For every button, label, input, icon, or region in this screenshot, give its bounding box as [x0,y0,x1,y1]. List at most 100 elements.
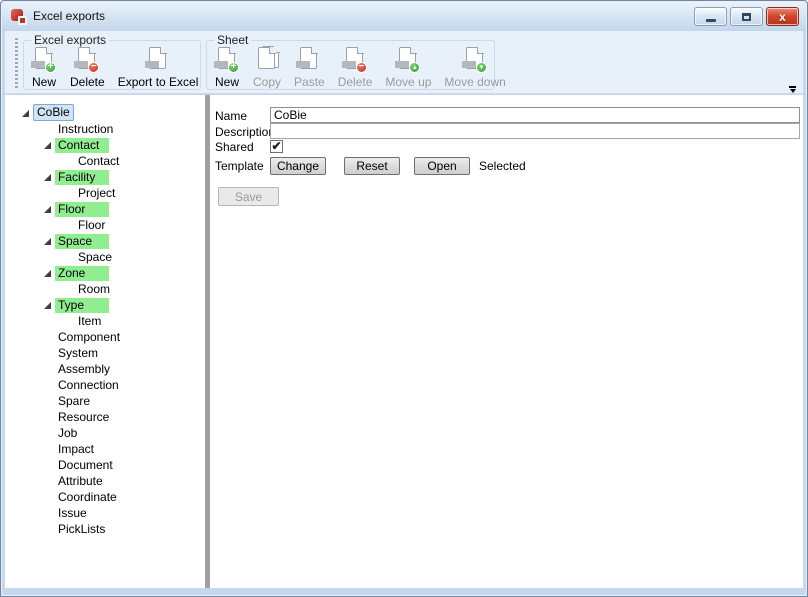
tree-item-resource[interactable]: Resource [5,409,205,425]
tree-item-label: PickLists [55,522,108,537]
titlebar[interactable]: Excel exports x [2,2,806,31]
tree-item-room[interactable]: Room [5,281,205,297]
expanded-triangle-icon[interactable] [43,299,55,311]
toolbar-button-delete[interactable]: −Delete [68,47,107,89]
twisty-spacer [43,427,55,439]
toolbar-button-label: Export to Excel [118,75,199,89]
tree-item-label: Floor [75,218,108,233]
tree-item-label: Impact [55,442,97,457]
toolbar-button-label: Paste [294,75,325,89]
tree-item-label: Connection [55,378,122,393]
minimize-button[interactable] [694,7,727,26]
page-move-up-icon: ▲ [395,47,421,72]
tree-item-label: Component [55,330,123,345]
toolbar-overflow-icon[interactable] [788,86,797,93]
toolbar-button-new[interactable]: +New [212,47,242,89]
tree-item-label: Contact [55,138,109,153]
tree-item-document[interactable]: Document [5,457,205,473]
expanded-triangle-icon[interactable] [43,235,55,247]
description-label: Description [215,124,275,140]
tree-item-space[interactable]: Space [5,233,205,249]
tree-item-zone[interactable]: Zone [5,265,205,281]
app-icon [11,9,27,25]
expanded-triangle-icon[interactable] [43,171,55,183]
maximize-button[interactable] [730,7,763,26]
toolbar-group-sheet: Sheet +NewCopyPaste−Delete▲Move up▼Move … [206,40,495,90]
expanded-triangle-icon[interactable] [43,203,55,215]
expanded-triangle-icon[interactable] [21,107,33,119]
tree-item-label: Zone [55,266,109,281]
tree-item-item[interactable]: Item [5,313,205,329]
tree-item-job[interactable]: Job [5,425,205,441]
name-input[interactable] [270,107,800,123]
change-button[interactable]: Change [270,157,326,175]
page-paste-icon [296,47,322,72]
tree-item-picklists[interactable]: PickLists [5,521,205,537]
tree-item-label: Resource [55,410,112,425]
tree-item-label: Type [55,298,109,313]
name-label: Name [215,108,247,124]
toolbar-button-label: New [215,75,239,89]
reset-button[interactable]: Reset [344,157,400,175]
toolbar-button-move-up[interactable]: ▲ Move up [383,47,433,89]
tree-item-type[interactable]: Type [5,297,205,313]
twisty-spacer [43,459,55,471]
toolbar-button-move-down[interactable]: ▼ Move down [442,47,507,89]
page-move-down-icon: ▼ [462,47,488,72]
tree-item-label: Assembly [55,362,113,377]
tree-item-attribute[interactable]: Attribute [5,473,205,489]
toolbar-button-label: Move down [444,75,505,89]
tree-item-coordinate[interactable]: Coordinate [5,489,205,505]
toolbar-gripper[interactable] [15,38,18,88]
tree-item-contact[interactable]: Contact [5,137,205,153]
toolbar-button-label: Move up [385,75,431,89]
description-input[interactable] [270,123,800,139]
tree-item-label: Space [75,250,115,265]
tree-item-floor[interactable]: Floor [5,217,205,233]
tree-item-issue[interactable]: Issue [5,505,205,521]
toolbar-button-label: Copy [253,75,281,89]
page-add-icon: + [31,47,57,72]
pages-copy-icon [254,47,280,72]
tree-item-label: Job [55,426,80,441]
toolbar-button-delete[interactable]: −Delete [336,47,375,89]
expanded-triangle-icon[interactable] [43,139,55,151]
open-button[interactable]: Open [414,157,470,175]
save-button[interactable]: Save [218,187,279,206]
tree-item-assembly[interactable]: Assembly [5,361,205,377]
tree-item-facility[interactable]: Facility [5,169,205,185]
tree-item-space[interactable]: Space [5,249,205,265]
tree-item-connection[interactable]: Connection [5,377,205,393]
shared-checkbox[interactable]: ✔ [270,140,283,153]
shared-label: Shared [215,139,254,155]
window-title: Excel exports [33,2,105,31]
tree-item-system[interactable]: System [5,345,205,361]
tree-item-label: Facility [55,170,109,185]
toolbar-group-label: Sheet [214,33,251,47]
toolbar-button-label: New [32,75,56,89]
tree-item-contact[interactable]: Contact [5,153,205,169]
close-button[interactable]: x [766,7,799,26]
twisty-spacer [43,363,55,375]
toolbar-button-copy[interactable]: Copy [251,47,283,89]
content-area: CoBieInstructionContactContactFacilityPr… [5,95,803,588]
tree-item-spare[interactable]: Spare [5,393,205,409]
template-label: Template [215,158,264,174]
tree-item-label: Attribute [55,474,106,489]
tree-item-instruction[interactable]: Instruction [5,121,205,137]
toolbar-button-export-to-excel[interactable]: Export to Excel [116,47,201,89]
page-delete-icon: − [342,47,368,72]
tree-item-label: Coordinate [55,490,120,505]
tree-item-label: Instruction [55,122,116,137]
twisty-spacer [43,491,55,503]
tree-item-cobie[interactable]: CoBie [5,105,205,121]
toolbar-button-new[interactable]: + New [29,47,59,89]
tree-item-label: System [55,346,101,361]
sheet-tree: CoBieInstructionContactContactFacilityPr… [5,95,205,537]
tree-item-floor[interactable]: Floor [5,201,205,217]
tree-item-project[interactable]: Project [5,185,205,201]
tree-item-impact[interactable]: Impact [5,441,205,457]
tree-item-component[interactable]: Component [5,329,205,345]
expanded-triangle-icon[interactable] [43,267,55,279]
toolbar-button-paste[interactable]: Paste [292,47,327,89]
